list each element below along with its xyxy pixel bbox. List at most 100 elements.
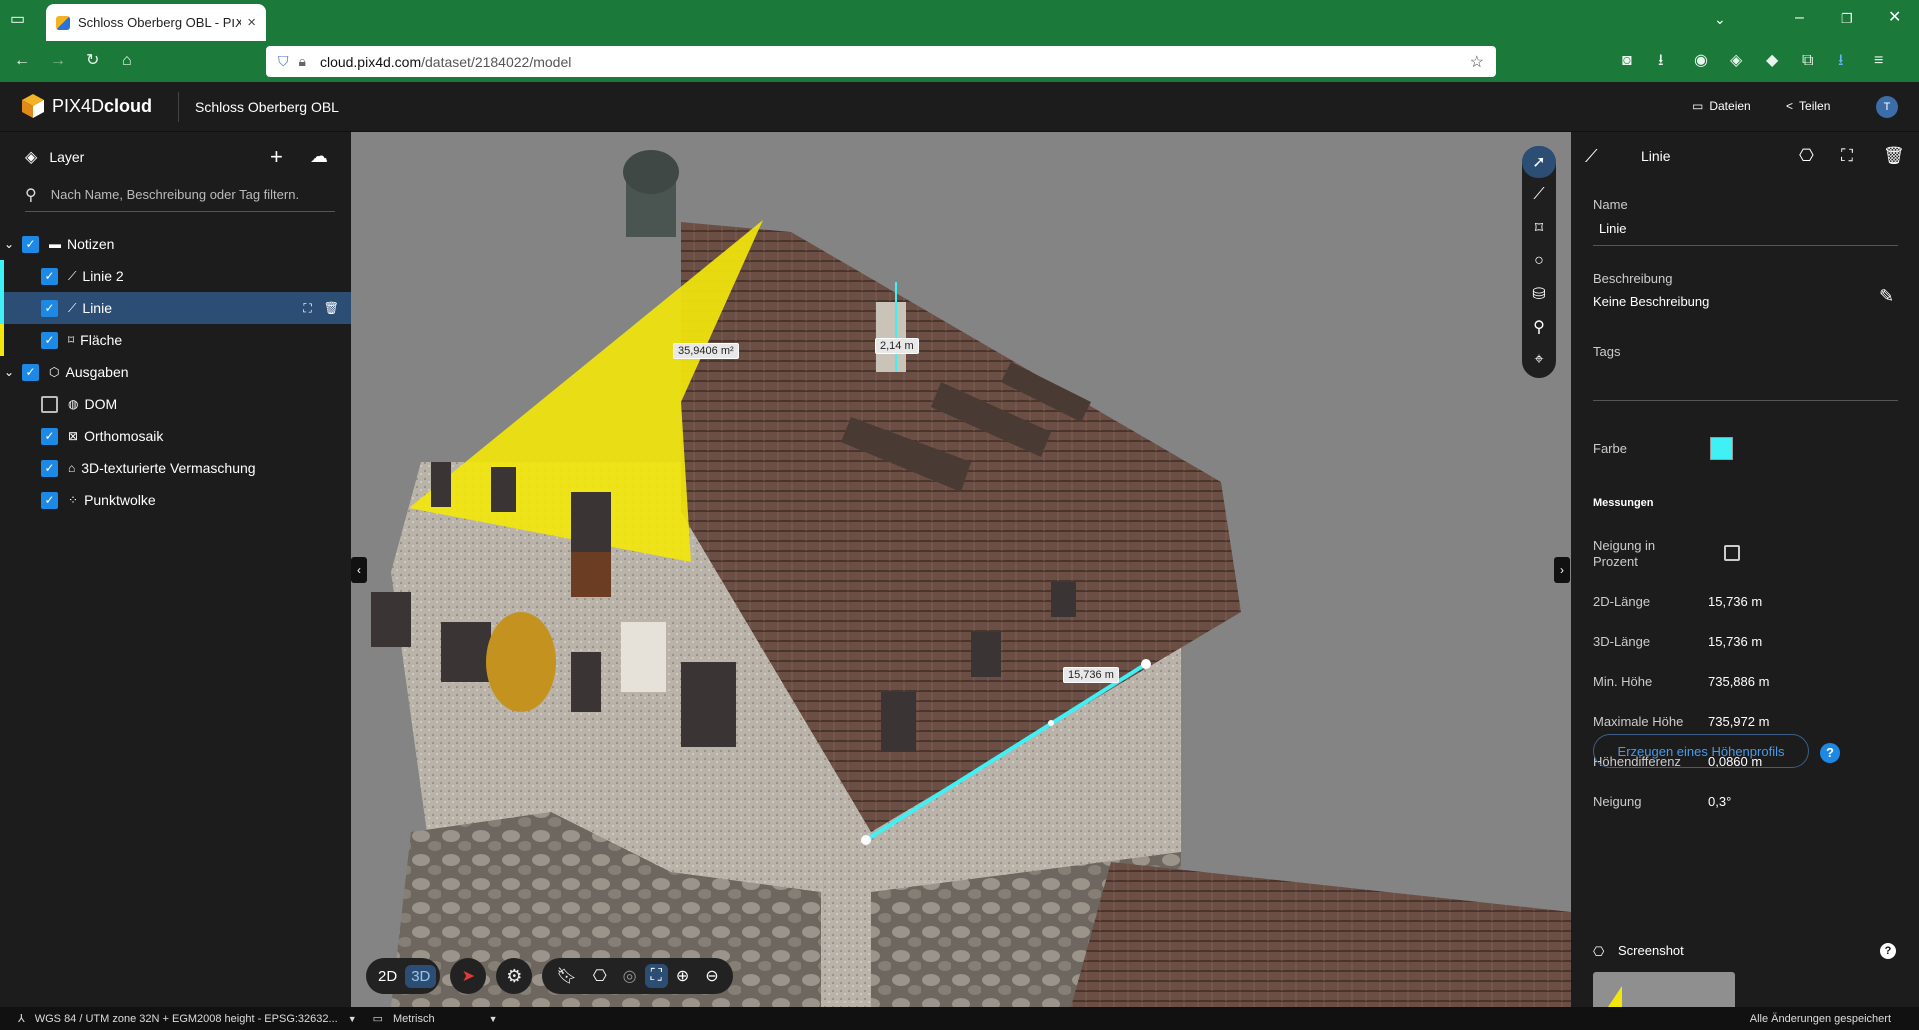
user-avatar[interactable]: T [1876,96,1898,118]
settings-button[interactable]: ⚙ [496,958,533,994]
close-tab-icon[interactable]: × [247,14,256,31]
tree-label: DOM [84,396,118,412]
screenshot-thumbnail[interactable] [1593,972,1735,1007]
help-icon[interactable]: ? [1880,943,1896,959]
circle-tool-icon[interactable]: ○ [1522,245,1556,277]
outputs-icon: ⬡ [49,365,60,379]
flaeche-checkbox[interactable]: ✓ [41,331,58,349]
zoom-out-icon[interactable]: ⊖ [697,966,726,986]
tags-underline[interactable] [1593,400,1898,401]
tree-item-dom[interactable]: ◍ DOM [0,388,351,420]
address-bar[interactable]: ⛉ 🔒︎ cloud.pix4d.com/dataset/2184022/mod… [266,46,1496,77]
orthomosaik-checkbox[interactable]: ✓ [41,427,58,445]
tab-dropdown-icon[interactable]: ⌄ [1714,11,1726,27]
help-icon[interactable]: ? [1820,743,1840,763]
stone-relief [621,622,666,692]
tree-group-notizen[interactable]: ⌄ ✓ ▬ Notizen [0,228,351,260]
download-progress-icon[interactable]: ⭳ [1838,53,1844,69]
linie-checkbox[interactable]: ✓ [41,299,58,317]
cloud-upload-icon[interactable]: ☁ [310,146,328,167]
fit-to-view-icon[interactable]: ⛶ [1841,146,1853,166]
layer-search-field[interactable]: ⚲ Nach Name, Beschreibung oder Tag filte… [25,178,335,212]
tree-item-mesh[interactable]: ✓ ⌂ 3D-texturierte Vermaschung [0,452,351,484]
tree-item-linie[interactable]: ✓ ⟋ Linie ⛶ 🗑︎ [0,292,351,324]
2d-button[interactable]: 2D [370,968,405,985]
tab-list-icon[interactable]: ▭ [10,12,25,28]
measurement-value: 735,972 m [1708,714,1770,729]
zoom-to-icon[interactable]: ⛶ [303,301,311,316]
crs-dropdown-icon[interactable]: ▼ [348,1014,357,1024]
line-vertex[interactable] [861,835,871,845]
share-button[interactable]: < Teilen [1786,99,1830,113]
3d-button[interactable]: 3D [405,964,437,988]
home-icon[interactable]: ⌂ [122,53,132,69]
notizen-checkbox[interactable]: ✓ [22,235,39,253]
ausgaben-checkbox[interactable]: ✓ [22,363,39,381]
name-input[interactable]: Linie [1599,221,1626,236]
compass-button[interactable]: ➤ [450,958,487,994]
mesh-checkbox[interactable]: ✓ [41,459,58,477]
logo-text-plain: PIX4D [52,95,105,116]
tree-group-ausgaben[interactable]: ⌄ ✓ ⬡ Ausgaben [0,356,351,388]
forward-icon[interactable]: → [50,53,66,69]
color-swatch[interactable] [1710,437,1733,460]
3d-viewer[interactable]: 35,9406 m² 2,14 m 15,736 m ‹ › [351,132,1571,1007]
pocket-icon[interactable]: ◙ [1622,53,1632,69]
pix4dcloud-logo[interactable]: PIX4D cloud [22,94,152,118]
camera-icon[interactable]: ⎔ [1799,146,1814,166]
marker-tool-icon[interactable]: ⚲ [1522,311,1556,343]
volume-tool-icon[interactable]: ⛁ [1522,278,1556,310]
extensions-puzzle-icon[interactable]: ⧉ [1802,53,1813,69]
files-button[interactable]: ▭ Dateien [1692,99,1751,113]
extension-icon[interactable]: ◆ [1766,53,1778,69]
minimize-icon[interactable]: – [1795,10,1804,26]
delete-icon[interactable]: 🗑︎ [1883,146,1905,166]
dom-checkbox[interactable] [41,395,58,413]
crs-text[interactable]: WGS 84 / UTM zone 32N + EGM2008 height -… [35,1013,338,1025]
fit-view-icon[interactable]: ⛶ [644,964,668,988]
linie-2-checkbox[interactable]: ✓ [41,267,58,285]
account-icon[interactable]: ◉ [1694,53,1708,69]
elevation-profile-button[interactable]: Erzeugen eines Höhenprofils [1593,734,1809,768]
3d-model-scene[interactable] [351,132,1571,1007]
chevron-down-icon[interactable]: ⌄ [0,237,22,251]
units-dropdown-icon[interactable]: ▼ [489,1014,498,1024]
select-tool-icon[interactable]: ➚ [1522,146,1556,178]
collapse-left-panel-button[interactable]: ‹ [351,557,367,583]
bookmark-star-icon[interactable]: ☆ [1470,52,1484,72]
panel-title: Linie [1641,148,1671,164]
app-menu-icon[interactable]: ≡ [1874,53,1883,69]
close-window-icon[interactable]: ✕ [1888,10,1901,26]
delete-icon[interactable]: 🗑︎ [324,301,339,315]
line-midpoint[interactable] [1048,720,1054,726]
tree-item-orthomosaik[interactable]: ✓ ⊠ Orthomosaik [0,420,351,452]
target-tool-icon[interactable]: ⌖ [1522,344,1556,376]
camera-icon[interactable]: ⎔ [585,966,615,986]
reload-icon[interactable]: ↻ [86,53,99,69]
bookmark-icon[interactable]: 🔖︎ [548,966,584,986]
browser-tab-strip: ▭ Schloss Oberberg OBL - PIX4Dc × + ⌄ – … [0,0,1919,41]
extension-icon[interactable]: ◈ [1730,53,1742,69]
tree-item-punktwolke[interactable]: ✓ ⁘ Punktwolke [0,484,351,516]
properties-panel: ⟋ Linie ⎔ ⛶ 🗑︎ Name Linie Beschreibung K… [1571,132,1919,1007]
new-tab-icon[interactable]: + [230,9,242,29]
punktwolke-checkbox[interactable]: ✓ [41,491,58,509]
header-divider [178,92,179,122]
polygon-tool-icon[interactable]: ⌑ [1522,212,1556,244]
back-icon[interactable]: ← [14,53,30,69]
restore-icon[interactable]: ❐ [1841,11,1853,27]
locate-icon[interactable]: ◎ [615,966,645,986]
slope-percent-checkbox[interactable] [1724,545,1740,561]
line-vertex[interactable] [1141,659,1151,669]
collapse-right-panel-button[interactable]: › [1554,557,1570,583]
tree-item-flaeche[interactable]: ✓ ⌑ Fläche [0,324,351,356]
edit-pencil-icon[interactable]: ✎ [1879,286,1894,307]
tree-item-linie-2[interactable]: ✓ ⟋ Linie 2 [0,260,351,292]
downloads-icon[interactable]: ⭳ [1658,53,1664,69]
zoom-in-icon[interactable]: ⊕ [668,966,697,986]
chevron-down-icon[interactable]: ⌄ [0,365,22,379]
units-select[interactable]: Metrisch [393,1013,435,1025]
pix4d-logo-icon [22,94,44,118]
line-tool-icon[interactable]: ⟋ [1522,179,1556,211]
add-layer-icon[interactable]: + [270,144,283,170]
